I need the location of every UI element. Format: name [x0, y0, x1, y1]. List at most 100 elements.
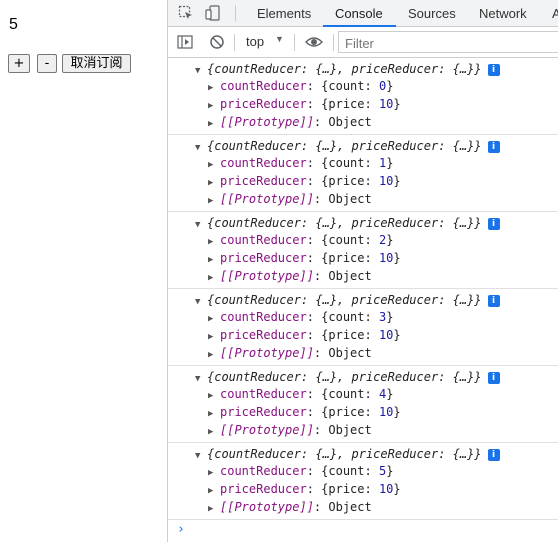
property-row[interactable]: ▶ priceReducer: {price: 10} — [208, 173, 401, 190]
property-row[interactable]: ▶ [[Prototype]]: Object — [208, 422, 372, 439]
property-row[interactable]: ▶ [[Prototype]]: Object — [208, 499, 372, 516]
info-icon: i — [487, 64, 500, 76]
object-summary[interactable]: ▼ {countReducer: {…}, priceReducer: {…}} i — [195, 215, 500, 232]
info-icon: i — [487, 141, 500, 153]
toolbar-divider — [333, 34, 334, 51]
property-row[interactable]: ▶ [[Prototype]]: Object — [208, 114, 372, 131]
info-icon: i — [487, 449, 500, 461]
toolbar-divider — [235, 5, 236, 22]
property-value: {count: 4} — [321, 387, 394, 401]
property-value: {count: 1} — [321, 156, 394, 170]
live-expression-icon[interactable] — [305, 34, 323, 50]
property-row[interactable]: ▶ countReducer: {count: 4} — [208, 386, 393, 403]
property-key: [[Prototype]] — [220, 269, 314, 283]
property-row[interactable]: ▶ priceReducer: {price: 10} — [208, 250, 401, 267]
collapsed-triangle-icon[interactable]: ▶ — [208, 116, 220, 133]
expanded-triangle-icon[interactable]: ▼ — [195, 371, 207, 388]
collapsed-triangle-icon[interactable]: ▶ — [208, 406, 220, 423]
collapsed-triangle-icon[interactable]: ▶ — [208, 501, 220, 518]
property-row[interactable]: ▶ countReducer: {count: 3} — [208, 309, 393, 326]
expanded-triangle-icon[interactable]: ▼ — [195, 448, 207, 465]
unsubscribe-button[interactable]: 取消订阅 — [62, 54, 131, 73]
chevron-down-icon[interactable]: ▼ — [275, 34, 284, 44]
object-summary[interactable]: ▼ {countReducer: {…}, priceReducer: {…}} i — [195, 446, 500, 463]
collapsed-triangle-icon[interactable]: ▶ — [208, 157, 220, 174]
property-value: {price: 10} — [321, 482, 401, 496]
inspect-element-icon[interactable] — [178, 5, 194, 21]
property-row[interactable]: ▶ countReducer: {count: 0} — [208, 78, 393, 95]
collapsed-triangle-icon[interactable]: ▶ — [208, 234, 220, 251]
property-row[interactable]: ▶ [[Prototype]]: Object — [208, 345, 372, 362]
property-value: {count: 0} — [321, 79, 394, 93]
collapsed-triangle-icon[interactable]: ▶ — [208, 483, 220, 500]
toolbar-divider — [234, 34, 235, 51]
collapsed-triangle-icon[interactable]: ▶ — [208, 175, 220, 192]
collapsed-triangle-icon[interactable]: ▶ — [208, 311, 220, 328]
property-key: priceReducer — [220, 174, 307, 188]
object-summary-text: {countReducer: {…}, priceReducer: {…}} — [207, 216, 482, 230]
property-row[interactable]: ▶ priceReducer: {price: 10} — [208, 96, 401, 113]
console-filter-input[interactable] — [338, 31, 558, 53]
property-key: priceReducer — [220, 328, 307, 342]
info-icon: i — [487, 218, 500, 230]
collapsed-triangle-icon[interactable]: ▶ — [208, 80, 220, 97]
expanded-triangle-icon[interactable]: ▼ — [195, 294, 207, 311]
property-row[interactable]: ▶ countReducer: {count: 1} — [208, 155, 393, 172]
property-row[interactable]: ▶ priceReducer: {price: 10} — [208, 327, 401, 344]
app-page: 5 + - 取消订阅 — [0, 0, 167, 542]
property-value: {price: 10} — [321, 251, 401, 265]
clear-console-icon[interactable] — [209, 34, 225, 50]
context-selector[interactable]: top — [246, 34, 264, 49]
collapsed-triangle-icon[interactable]: ▶ — [208, 347, 220, 364]
collapsed-triangle-icon[interactable]: ▶ — [208, 388, 220, 405]
object-summary[interactable]: ▼ {countReducer: {…}, priceReducer: {…}} i — [195, 292, 500, 309]
property-row[interactable]: ▶ countReducer: {count: 2} — [208, 232, 393, 249]
property-row[interactable]: ▶ [[Prototype]]: Object — [208, 268, 372, 285]
property-key: countReducer — [220, 156, 307, 170]
property-key: priceReducer — [220, 482, 307, 496]
decrement-button[interactable]: - — [37, 54, 57, 73]
device-toolbar-icon[interactable] — [205, 5, 221, 21]
property-key: [[Prototype]] — [220, 192, 314, 206]
console-prompt[interactable]: › — [177, 522, 185, 537]
console-log-entry[interactable]: ▼ {countReducer: {…}, priceReducer: {…}} i… — [168, 289, 558, 366]
property-key: [[Prototype]] — [220, 346, 314, 360]
collapsed-triangle-icon[interactable]: ▶ — [208, 252, 220, 269]
property-value: {price: 10} — [321, 174, 401, 188]
collapsed-triangle-icon[interactable]: ▶ — [208, 424, 220, 441]
expanded-triangle-icon[interactable]: ▼ — [195, 217, 207, 234]
console-sidebar-icon[interactable] — [177, 34, 193, 50]
property-key: countReducer — [220, 387, 307, 401]
collapsed-triangle-icon[interactable]: ▶ — [208, 329, 220, 346]
tab-sources[interactable]: Sources — [408, 0, 456, 27]
object-summary[interactable]: ▼ {countReducer: {…}, priceReducer: {…}} i — [195, 61, 500, 78]
expanded-triangle-icon[interactable]: ▼ — [195, 63, 207, 80]
collapsed-triangle-icon[interactable]: ▶ — [208, 465, 220, 482]
object-summary[interactable]: ▼ {countReducer: {…}, priceReducer: {…}} i — [195, 138, 500, 155]
console-log-entry[interactable]: ▼ {countReducer: {…}, priceReducer: {…}} i… — [168, 366, 558, 443]
console-log-entry[interactable]: ▼ {countReducer: {…}, priceReducer: {…}} i… — [168, 135, 558, 212]
console-log-entry[interactable]: ▼ {countReducer: {…}, priceReducer: {…}} i… — [168, 212, 558, 289]
property-value: Object — [328, 346, 372, 360]
collapsed-triangle-icon[interactable]: ▶ — [208, 98, 220, 115]
object-summary[interactable]: ▼ {countReducer: {…}, priceReducer: {…}} i — [195, 369, 500, 386]
console-log-entry[interactable]: ▼ {countReducer: {…}, priceReducer: {…}} i… — [168, 443, 558, 520]
tab-console[interactable]: Console — [323, 0, 396, 27]
increment-button[interactable]: + — [8, 54, 30, 73]
collapsed-triangle-icon[interactable]: ▶ — [208, 270, 220, 287]
property-value: {price: 10} — [321, 97, 401, 111]
property-row[interactable]: ▶ [[Prototype]]: Object — [208, 191, 372, 208]
info-icon: i — [487, 295, 500, 307]
console-toolbar: top ▼ — [168, 27, 558, 58]
property-row[interactable]: ▶ countReducer: {count: 5} — [208, 463, 393, 480]
console-log-entry[interactable]: ▼ {countReducer: {…}, priceReducer: {…}} i… — [168, 58, 558, 135]
property-key: countReducer — [220, 310, 307, 324]
tab-network[interactable]: Network — [479, 0, 527, 27]
tab-elements[interactable]: Elements — [257, 0, 311, 27]
collapsed-triangle-icon[interactable]: ▶ — [208, 193, 220, 210]
property-row[interactable]: ▶ priceReducer: {price: 10} — [208, 481, 401, 498]
tab-overflow[interactable]: A — [552, 0, 558, 27]
expanded-triangle-icon[interactable]: ▼ — [195, 140, 207, 157]
counter-value: 5 — [9, 16, 18, 33]
property-row[interactable]: ▶ priceReducer: {price: 10} — [208, 404, 401, 421]
